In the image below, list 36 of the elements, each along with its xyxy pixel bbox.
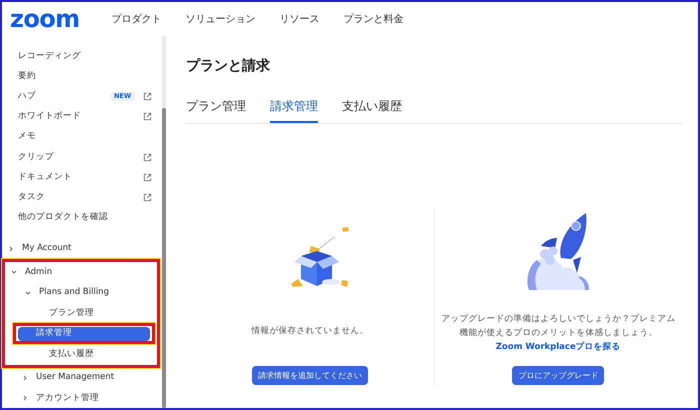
message: 情報が保存されていません。 <box>250 325 370 338</box>
tab[interactable]: プラン管理 <box>186 97 246 123</box>
sidebar-item[interactable]: クリップ <box>8 146 158 168</box>
menu-item[interactable]: 支払い履歴 <box>11 348 157 361</box>
primary-button[interactable]: 請求情報を追加してください <box>252 366 368 385</box>
nav-link[interactable]: ソリューション <box>186 12 256 26</box>
primary-button[interactable]: プロにアップグレード <box>512 366 604 385</box>
explore-link[interactable]: Zoom Workplaceプロを探る <box>496 342 621 352</box>
nav-link[interactable]: プロダクト <box>112 12 162 26</box>
chevron-right-icon <box>22 374 28 381</box>
sidebar-item[interactable]: レコーディング <box>8 46 158 66</box>
scrollbar[interactable] <box>162 36 166 408</box>
tree-item[interactable]: アカウント管理 <box>8 388 158 408</box>
selected-menu-item[interactable]: 請求管理 <box>18 326 150 341</box>
chevron-right-icon <box>8 246 14 252</box>
menu-item[interactable]: プラン管理 <box>11 306 157 320</box>
logo[interactable]: zoom <box>10 7 80 31</box>
tab[interactable]: 支払い履歴 <box>342 97 402 123</box>
sidebar-item[interactable]: ホワイトボード <box>8 106 158 127</box>
chevron-down-icon <box>25 290 31 296</box>
chevron-right-icon <box>22 394 28 401</box>
sidebar-item[interactable]: 要約 <box>8 66 158 86</box>
tree-item[interactable]: Plans and Billing <box>11 282 157 303</box>
nav-link[interactable]: リソース <box>280 12 320 26</box>
page-title: プランと請求 <box>186 57 271 76</box>
tab[interactable]: 請求管理 <box>270 97 318 123</box>
tree-item[interactable]: My Account <box>8 238 158 259</box>
sidebar-item[interactable]: メモ <box>8 126 158 147</box>
tree-item[interactable]: User Management <box>8 368 158 388</box>
sidebar-item[interactable]: ドキュメント <box>8 167 158 188</box>
nav-link[interactable]: プランと料金 <box>344 12 404 26</box>
sidebar-item[interactable]: 他のプロダクトを確認 <box>8 208 158 228</box>
chevron-down-icon <box>11 268 17 275</box>
message: アップグレードの準備はよろしいでしょうか？プレミアム機能が使えるプロのメリットを体感しましょう。 Zoom Workplaceプロを探る <box>440 312 676 354</box>
sidebar-item[interactable]: タスク <box>8 187 158 208</box>
tree-item[interactable]: Admin <box>11 262 157 282</box>
